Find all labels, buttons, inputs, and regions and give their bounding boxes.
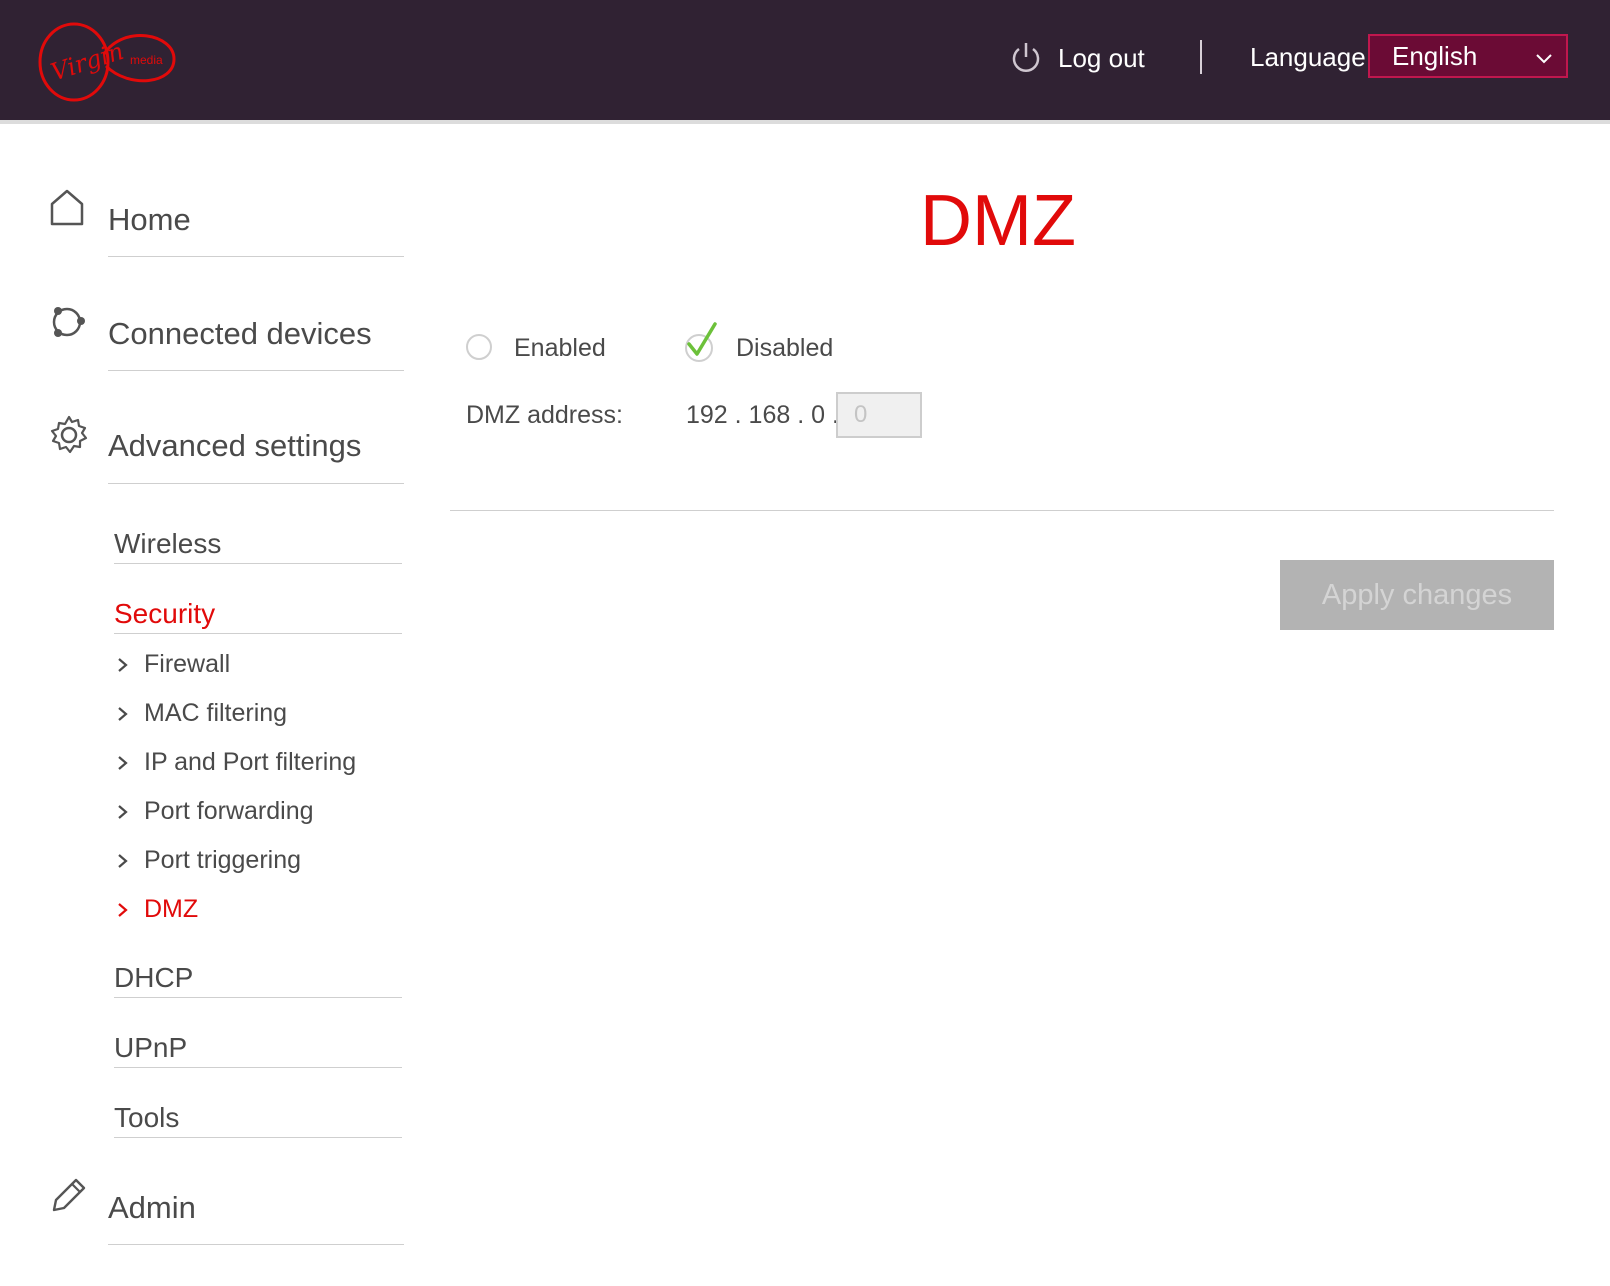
nav-item-advanced-settings[interactable]: Advanced settings (0, 410, 420, 484)
nav-divider (114, 633, 402, 634)
nav-item-home[interactable]: Home (0, 186, 420, 257)
radio-disabled[interactable] (685, 322, 717, 362)
nav-item-ip-port-filtering[interactable]: IP and Port filtering (116, 748, 356, 777)
logout-label: Log out (1058, 42, 1145, 73)
header-bottom-border (0, 120, 1610, 124)
nav-divider (108, 370, 404, 371)
nav-divider (108, 256, 404, 257)
nav-divider (114, 997, 402, 998)
nav-label-ip-port-filtering: IP and Port filtering (144, 748, 357, 776)
dmz-address-label: DMZ address: (466, 401, 623, 429)
nav-label-dmz: DMZ (144, 895, 199, 923)
nav-item-security[interactable]: Security (114, 598, 215, 630)
nav-divider (114, 1067, 402, 1068)
radio-enabled-label[interactable]: Enabled (514, 334, 606, 363)
nav-label-admin: Admin (108, 1190, 196, 1225)
home-icon (50, 189, 84, 226)
language-select[interactable]: English (1368, 34, 1568, 78)
radio-enabled[interactable] (466, 334, 492, 360)
checkmark-icon (687, 322, 717, 356)
pencil-icon (52, 1178, 86, 1212)
nav-item-admin[interactable]: Admin (0, 1170, 420, 1245)
dmz-address-last-octet-input[interactable] (836, 392, 922, 438)
chevron-right-icon (118, 853, 128, 868)
gear-icon (50, 415, 88, 454)
nav-item-port-forwarding[interactable]: Port forwarding (116, 797, 314, 826)
nav-item-port-triggering[interactable]: Port triggering (116, 846, 301, 875)
nav-item-wireless[interactable]: Wireless (114, 528, 221, 560)
language-label: Language (1250, 42, 1366, 72)
nav-item-mac-filtering[interactable]: MAC filtering (116, 699, 287, 728)
chevron-right-icon (118, 657, 128, 672)
nav-label-firewall: Firewall (144, 650, 231, 678)
language-selected-value: English (1392, 40, 1478, 71)
nav-label-mac-filtering: MAC filtering (144, 699, 288, 727)
nav-divider (108, 483, 404, 484)
chevron-right-icon (118, 755, 128, 770)
apply-changes-button[interactable]: Apply changes (1280, 560, 1554, 630)
radio-disabled-label[interactable]: Disabled (736, 334, 833, 363)
svg-text:Virgin: Virgin (47, 37, 127, 87)
top-header: Virgin media Log out Language English (0, 0, 1610, 120)
chevron-right-icon (118, 902, 128, 917)
power-icon (1012, 43, 1040, 72)
nav-item-connected-devices[interactable]: Connected devices (0, 298, 420, 371)
nav-label-port-triggering: Port triggering (144, 846, 302, 874)
chevron-right-icon (118, 706, 128, 721)
nav-label-connected-devices: Connected devices (108, 316, 372, 351)
nav-label-advanced-settings: Advanced settings (108, 428, 362, 463)
nav-item-firewall[interactable]: Firewall (116, 650, 230, 679)
chevron-right-icon (118, 804, 128, 819)
dmz-address-prefix: 192 . 168 . 0 . (686, 401, 839, 429)
nav-divider (114, 1137, 402, 1138)
nav-item-dhcp[interactable]: DHCP (114, 962, 193, 994)
nav-item-dmz[interactable]: DMZ (116, 895, 198, 924)
nav-label-home: Home (108, 202, 191, 237)
chevron-down-icon (1536, 54, 1552, 64)
nav-item-tools[interactable]: Tools (114, 1102, 179, 1134)
connected-devices-icon (52, 307, 85, 337)
nav-item-upnp[interactable]: UPnP (114, 1032, 187, 1064)
logout-button[interactable]: Log out (1010, 36, 1145, 80)
nav-label-port-forwarding: Port forwarding (144, 797, 314, 825)
nav-divider (108, 1244, 404, 1245)
virgin-media-logo[interactable]: Virgin media (34, 14, 184, 104)
nav-divider (114, 563, 402, 564)
svg-text:media: media (130, 53, 163, 67)
page-title: DMZ (920, 181, 1076, 261)
content-divider (450, 510, 1554, 511)
header-divider (1200, 40, 1202, 74)
